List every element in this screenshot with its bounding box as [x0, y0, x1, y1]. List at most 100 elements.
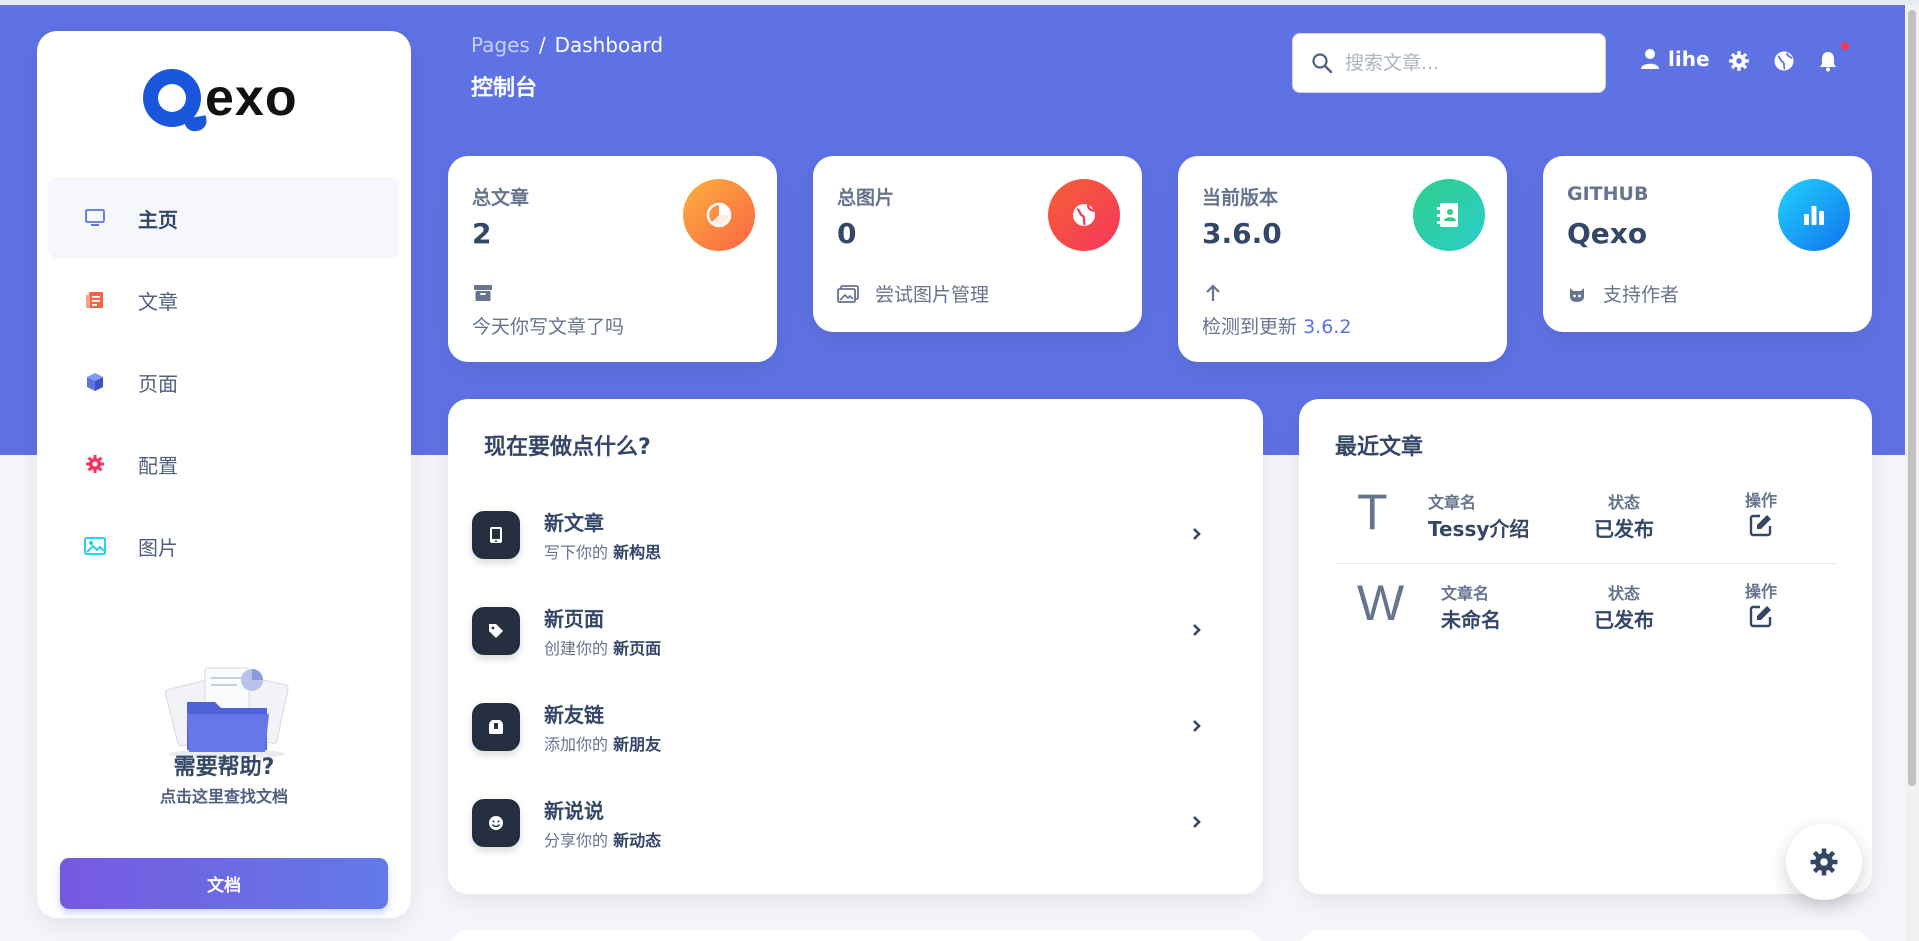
breadcrumb-root[interactable]: Pages	[471, 33, 530, 57]
globe-icon[interactable]	[1772, 49, 1796, 73]
tag-icon	[472, 607, 520, 655]
quick-actions-card: 现在要做点什么? 新文章 写下你的 新构思 新页面 创建你的 新页面 新友链 添…	[448, 399, 1263, 894]
table-row[interactable]: W 文章名 未命名 状态 已发布 操作	[1335, 570, 1837, 660]
post-name[interactable]: Tessy介绍	[1428, 513, 1529, 542]
sidebar-item-pages[interactable]: 页面	[48, 341, 399, 423]
subtitle-prefix: 写下你的	[544, 543, 609, 562]
column-header-name: 文章名	[1428, 493, 1477, 512]
column-header-action: 操作	[1744, 582, 1777, 601]
notification-badge	[1841, 42, 1849, 50]
docs-button[interactable]: 文档	[60, 858, 388, 909]
stat-value: Qexo	[1567, 217, 1648, 250]
gear-icon	[84, 453, 106, 475]
subtitle-bold: 新页面	[613, 639, 662, 658]
action-new-post[interactable]: 新文章 写下你的 新构思	[472, 505, 1212, 565]
edit-icon[interactable]	[1748, 512, 1774, 538]
document-icon	[84, 289, 106, 311]
images-icon	[837, 284, 859, 303]
chevron-right-icon[interactable]	[1186, 619, 1208, 641]
stat-value: 0	[837, 217, 857, 250]
cube-icon	[84, 371, 106, 393]
stat-footer: 今天你写文章了吗	[472, 316, 625, 338]
image-icon	[84, 535, 106, 557]
subtitle-prefix: 添加你的	[544, 735, 609, 754]
sidebar-item-images[interactable]: 图片	[48, 505, 399, 587]
post-name[interactable]: 未命名	[1441, 604, 1501, 633]
bell-icon[interactable]	[1816, 49, 1840, 73]
column-header-name: 文章名	[1441, 584, 1490, 603]
box-icon	[472, 703, 520, 751]
edit-icon[interactable]	[1748, 603, 1774, 629]
user-menu[interactable]: lihe	[1640, 47, 1710, 71]
nav-scroll-fade	[37, 643, 411, 663]
post-status: 已发布	[1594, 608, 1654, 632]
stat-label: 当前版本	[1202, 187, 1279, 209]
sidebar-item-label: 页面	[138, 371, 178, 396]
stat-card-version: 当前版本 3.6.0 检测到更新 3.6.2	[1178, 156, 1507, 362]
chevron-right-icon[interactable]	[1186, 811, 1208, 833]
stat-label: 总图片	[837, 187, 895, 209]
globe-badge-icon	[1048, 179, 1120, 251]
action-title: 新友链	[544, 703, 604, 727]
update-text: 检测到更新	[1202, 316, 1298, 338]
monitor-icon	[84, 207, 106, 229]
breadcrumb-separator: /	[538, 33, 546, 57]
search-icon	[1312, 53, 1333, 74]
stat-footer: 检测到更新 3.6.2	[1202, 312, 1351, 339]
subtitle-prefix: 分享你的	[544, 831, 609, 850]
brand-logo[interactable]: exo	[143, 68, 298, 128]
subtitle-prefix: 创建你的	[544, 639, 609, 658]
action-subtitle: 添加你的 新朋友	[544, 731, 661, 755]
sidebar-nav: 主页 文章 页面 配置 图片	[48, 177, 399, 587]
gear-icon	[1810, 848, 1838, 876]
action-new-page[interactable]: 新页面 创建你的 新页面	[472, 601, 1212, 661]
stat-footer: 尝试图片管理	[875, 284, 990, 306]
update-version-link[interactable]: 3.6.2	[1303, 316, 1351, 338]
help-title: 需要帮助?	[173, 755, 275, 780]
support-author-link[interactable]: 支持作者	[1567, 280, 1679, 307]
sidebar-item-label: 主页	[138, 207, 178, 232]
sidebar-item-posts[interactable]: 文章	[48, 259, 399, 341]
sidebar: exo 主页 文章 页面 配置 图片 需要帮助? 点击这里查找文档 文档	[37, 31, 411, 918]
sidebar-item-home[interactable]: 主页	[48, 177, 399, 259]
tablet-icon	[472, 511, 520, 559]
next-card-peek	[1299, 930, 1872, 941]
username: lihe	[1668, 47, 1710, 71]
stat-card-images: 总图片 0 尝试图片管理	[813, 156, 1142, 332]
action-new-friend-link[interactable]: 新友链 添加你的 新朋友	[472, 697, 1212, 757]
recent-posts-card: 最近文章 T 文章名 Tessy介绍 状态 已发布 操作 W 文章名 未命名 状…	[1299, 399, 1872, 894]
settings-icon[interactable]	[1727, 49, 1751, 73]
archive-icon	[472, 282, 494, 304]
chevron-right-icon[interactable]	[1186, 715, 1208, 737]
stat-card-github: GITHUB Qexo 支持作者	[1543, 156, 1872, 332]
next-card-peek	[448, 930, 1263, 941]
search-input[interactable]	[1345, 52, 1585, 74]
card-title: 现在要做点什么?	[484, 435, 651, 460]
breadcrumb: Pages / Dashboard	[471, 33, 663, 57]
post-status: 已发布	[1594, 517, 1654, 541]
smile-icon	[472, 799, 520, 847]
github-icon	[1570, 287, 1584, 302]
chevron-right-icon[interactable]	[1186, 523, 1208, 545]
column-header-status: 状态	[1607, 493, 1640, 512]
stat-card-posts: 总文章 2 今天你写文章了吗	[448, 156, 777, 362]
help-subtitle[interactable]: 点击这里查找文档	[37, 783, 411, 807]
row-divider	[1335, 563, 1837, 564]
sidebar-item-label: 文章	[138, 289, 178, 314]
page-scrollbar-thumb[interactable]	[1908, 10, 1916, 786]
logo-text: exo	[205, 69, 298, 127]
action-title: 新页面	[544, 607, 604, 631]
stat-footer-link[interactable]: 尝试图片管理	[837, 280, 989, 307]
card-title: 最近文章	[1335, 435, 1424, 460]
action-title: 新文章	[544, 511, 604, 535]
column-header-status: 状态	[1607, 584, 1640, 603]
logo-mark	[143, 69, 201, 127]
subtitle-bold: 新动态	[613, 831, 662, 850]
action-new-moment[interactable]: 新说说 分享你的 新动态	[472, 793, 1212, 853]
table-row[interactable]: T 文章名 Tessy介绍 状态 已发布 操作	[1335, 479, 1837, 569]
search-box[interactable]	[1292, 33, 1606, 93]
stat-label: 总文章	[472, 187, 530, 209]
sidebar-item-settings[interactable]: 配置	[48, 423, 399, 505]
action-title: 新说说	[544, 799, 604, 823]
theme-settings-button[interactable]	[1786, 824, 1862, 900]
